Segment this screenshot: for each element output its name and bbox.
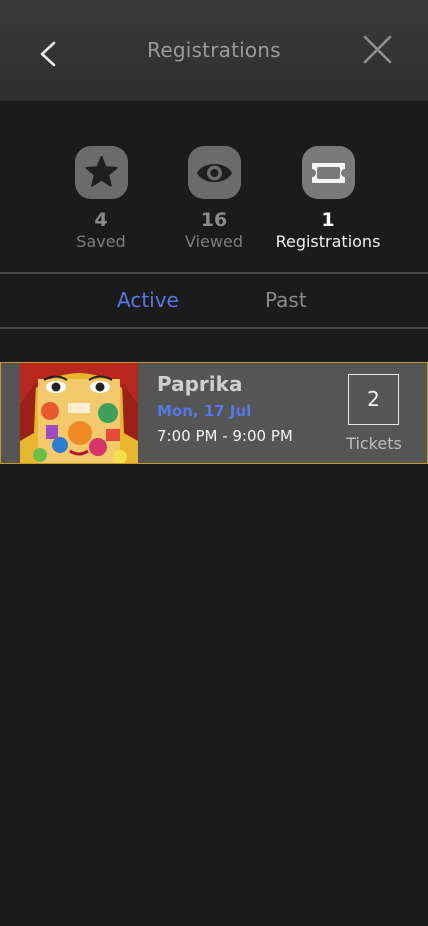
star-icon (74, 146, 128, 199)
tab-past[interactable]: Past (265, 288, 307, 312)
tabs-divider (0, 327, 428, 329)
tab-active[interactable]: Active (117, 288, 179, 312)
stat-saved[interactable]: 4 Saved (41, 146, 161, 253)
close-button[interactable] (360, 32, 396, 68)
viewed-count: 16 (200, 209, 228, 231)
eye-icon (187, 146, 241, 199)
stat-registrations[interactable]: 1 Registrations (268, 146, 388, 253)
saved-count: 4 (94, 209, 108, 231)
registrations-count: 1 (321, 209, 335, 231)
viewed-label: Viewed (185, 232, 243, 251)
registration-card[interactable]: Paprika Mon, 17 Jul 7:00 PM - 9:00 PM 2 … (0, 362, 428, 464)
event-poster-image (20, 363, 138, 463)
registrations-label: Registrations (275, 232, 381, 251)
tickets-label: Tickets (346, 434, 402, 453)
close-icon (363, 35, 392, 64)
ticket-count-box: 2 (348, 374, 399, 425)
event-time: 7:00 PM - 9:00 PM (157, 427, 293, 445)
stats-divider (0, 272, 428, 274)
event-name: Paprika (157, 372, 243, 396)
event-date: Mon, 17 Jul (157, 402, 252, 420)
ticket-icon (301, 146, 355, 199)
saved-label: Saved (76, 232, 126, 251)
stat-viewed[interactable]: 16 Viewed (154, 146, 274, 253)
header-bar: Registrations (0, 0, 428, 101)
registrations-screen: Registrations 4 Saved 16 Viewed 1 Regist… (0, 0, 428, 926)
